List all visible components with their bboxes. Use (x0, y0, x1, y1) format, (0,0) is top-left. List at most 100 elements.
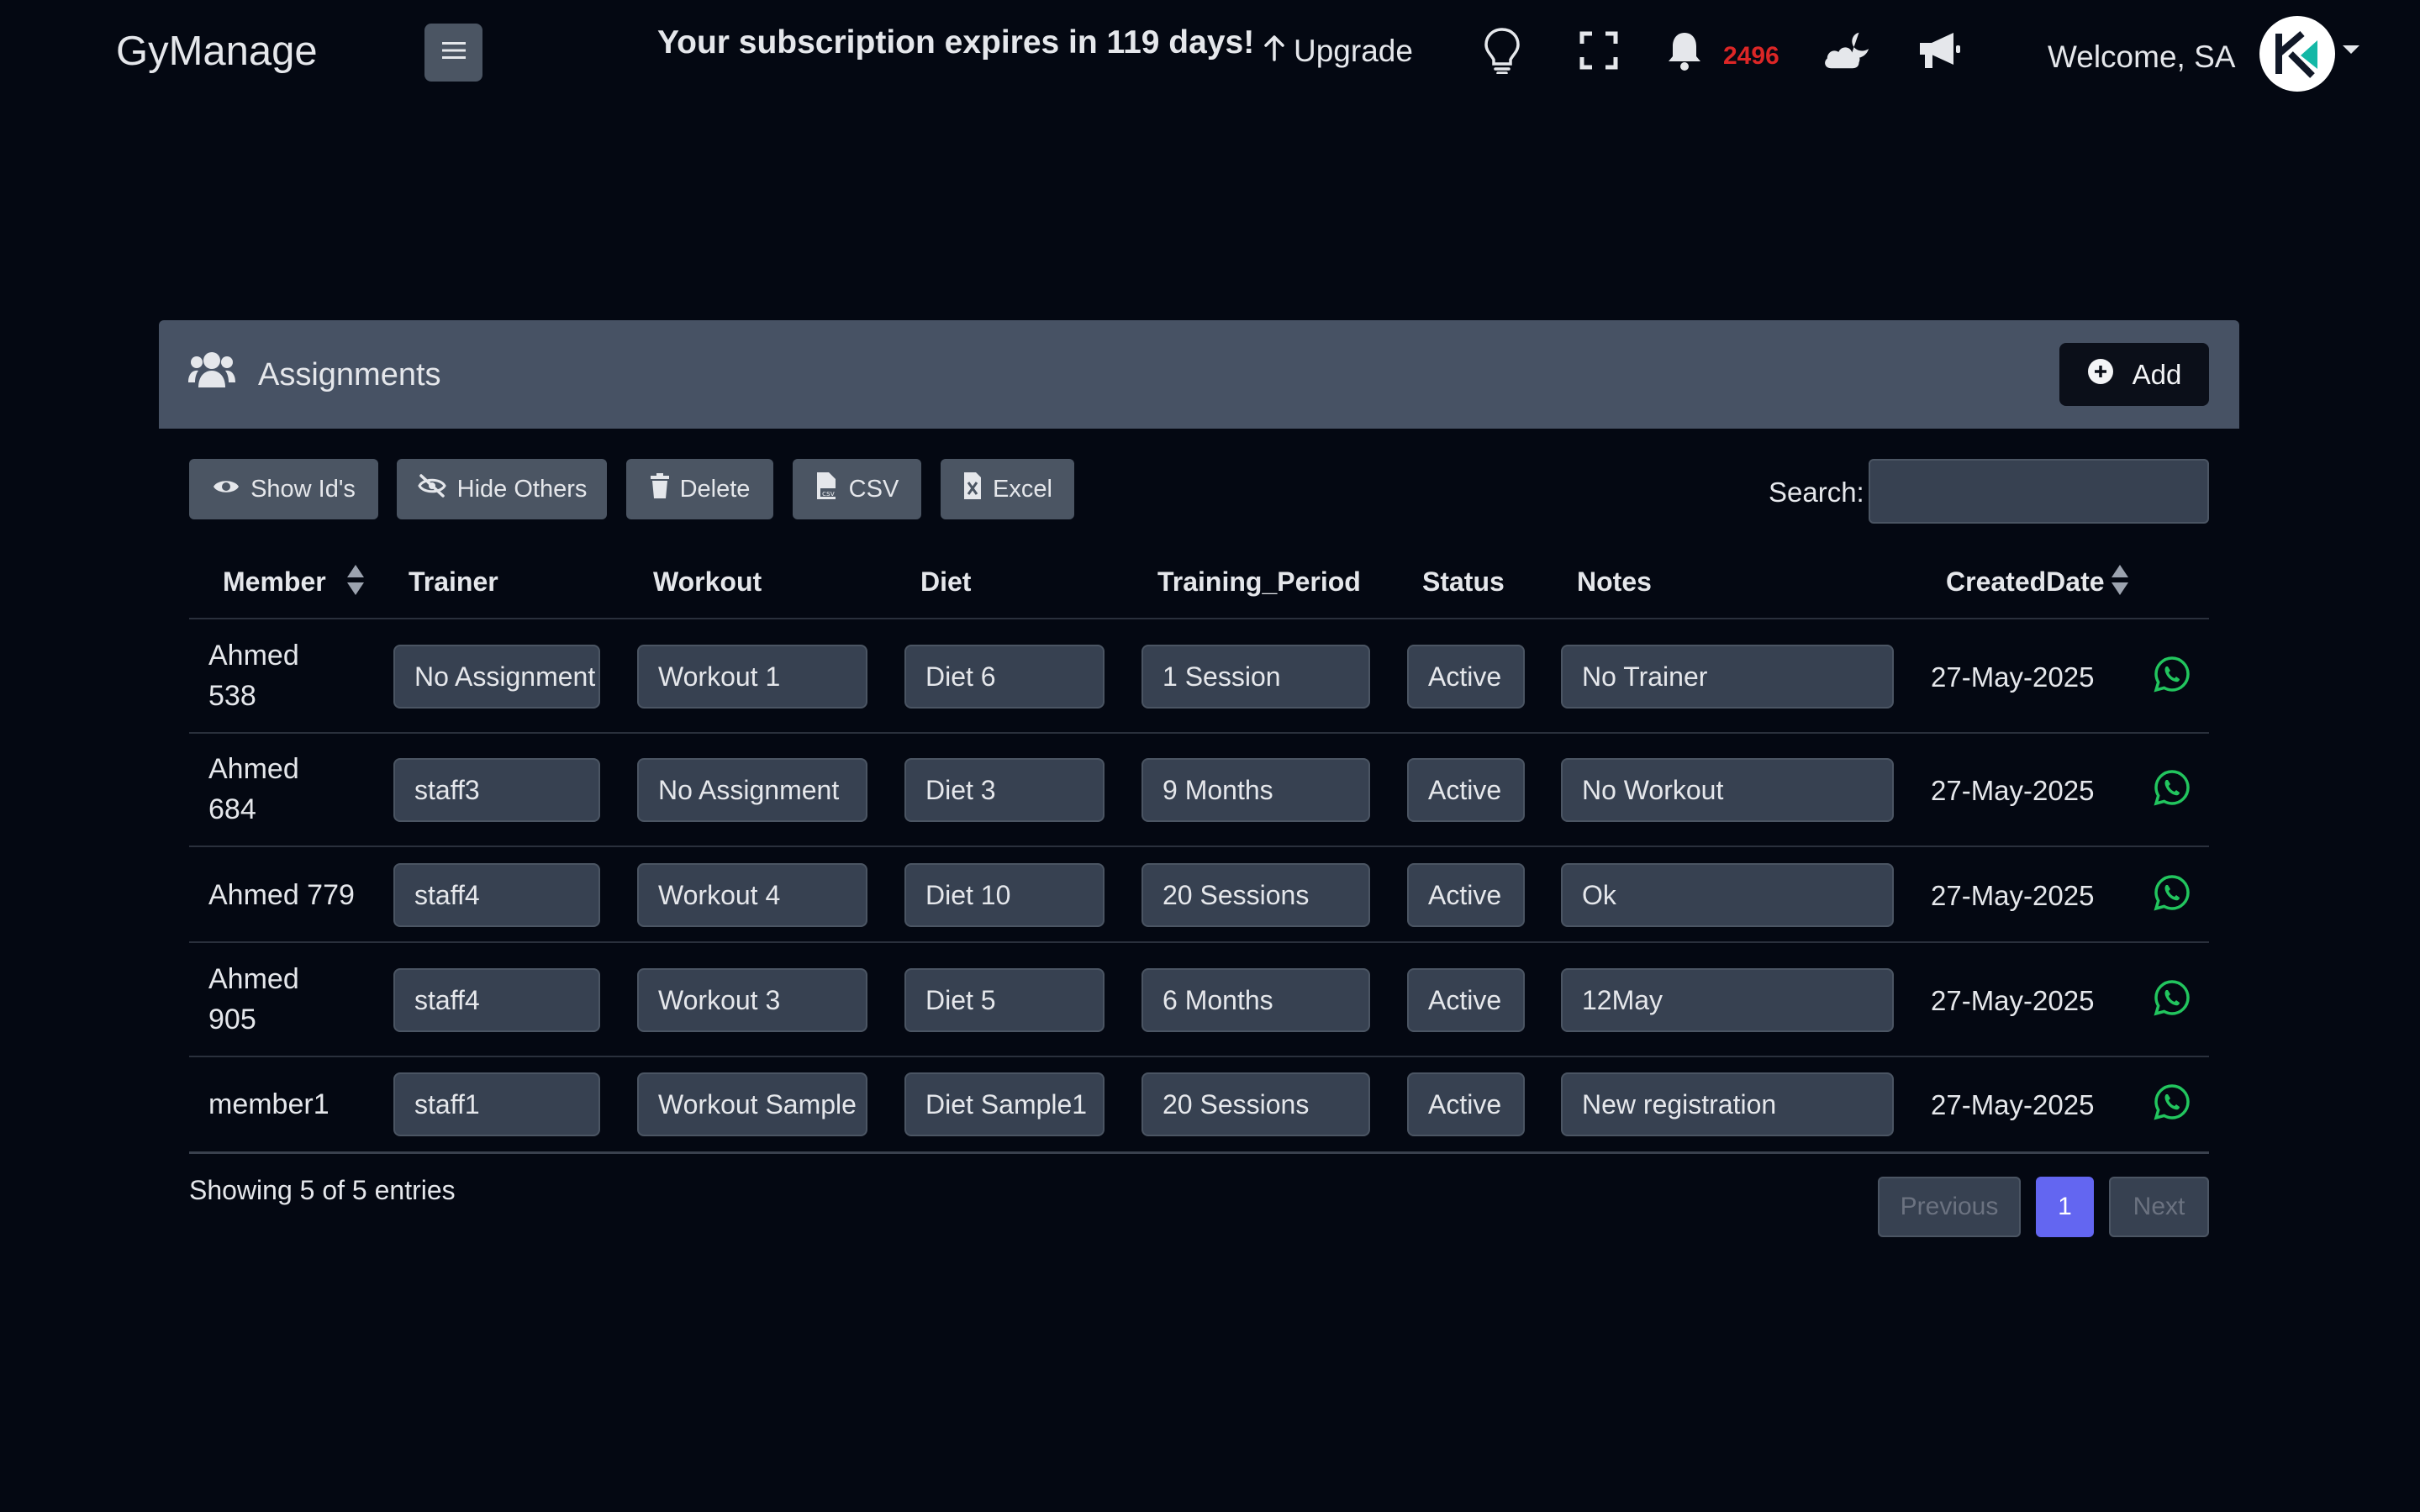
workout-field[interactable]: No Assignment (637, 758, 867, 822)
trainer-field[interactable]: staff4 (393, 863, 600, 927)
csv-label: CSV (848, 475, 899, 503)
status-field[interactable]: Active (1407, 863, 1525, 927)
diet-field[interactable]: Diet 6 (904, 645, 1105, 709)
cloud-moon-icon[interactable] (1822, 25, 1872, 76)
show-ids-label: Show Id's (250, 475, 356, 503)
column-header-notes[interactable]: Notes (1577, 566, 1652, 598)
column-header-diet[interactable]: Diet (920, 566, 971, 598)
diet-field[interactable]: Diet Sample1 (904, 1072, 1105, 1136)
row-divider (189, 732, 2209, 734)
notification-count-badge[interactable]: 2496 (1723, 42, 1779, 71)
row-divider (189, 941, 2209, 943)
menu-icon (441, 40, 466, 65)
next-page-button[interactable]: Next (2109, 1177, 2209, 1237)
sidebar-toggle-button[interactable] (424, 24, 482, 82)
status-field[interactable]: Active (1407, 1072, 1525, 1136)
column-header-training-period[interactable]: Training_Period (1157, 566, 1361, 598)
notes-field[interactable]: No Workout (1561, 758, 1894, 822)
show-ids-button[interactable]: Show Id's (189, 459, 378, 519)
notes-field[interactable]: Ok (1561, 863, 1894, 927)
notes-field[interactable]: No Trainer (1561, 645, 1894, 709)
whatsapp-icon[interactable] (2154, 979, 2191, 1020)
diet-field[interactable]: Diet 10 (904, 863, 1105, 927)
brand-logo-text[interactable]: GyManage (116, 28, 318, 75)
eye-slash-icon (417, 474, 447, 504)
training-period-field[interactable]: 9 Months (1141, 758, 1370, 822)
hide-others-label: Hide Others (456, 475, 588, 503)
training-period-field[interactable]: 6 Months (1141, 968, 1370, 1032)
status-field[interactable]: Active (1407, 645, 1525, 709)
upgrade-label: Upgrade (1294, 34, 1413, 68)
member-name: Ahmed (208, 753, 299, 785)
sort-icon[interactable] (2112, 565, 2128, 599)
whatsapp-icon[interactable] (2154, 769, 2191, 810)
entries-info: Showing 5 of 5 entries (189, 1175, 456, 1205)
status-field[interactable]: Active (1407, 968, 1525, 1032)
trainer-field[interactable]: No Assignment (393, 645, 600, 709)
page-1-button[interactable]: 1 (2036, 1177, 2094, 1237)
column-header-trainer[interactable]: Trainer (409, 566, 498, 598)
fullscreen-icon[interactable] (1574, 25, 1624, 76)
created-date: 27-May-2025 (1931, 661, 2095, 693)
created-date: 27-May-2025 (1931, 880, 2095, 911)
member-cell: member1 (208, 1084, 330, 1125)
card-header: Assignments Add (159, 320, 2239, 429)
member-cell: Ahmed 538 (208, 635, 299, 716)
notes-field[interactable]: New registration (1561, 1072, 1894, 1136)
delete-label: Delete (679, 475, 751, 503)
trainer-field[interactable]: staff3 (393, 758, 600, 822)
workout-field[interactable]: Workout 3 (637, 968, 867, 1032)
created-date: 27-May-2025 (1931, 985, 2095, 1016)
column-header-created-date[interactable]: CreatedDate (1946, 566, 2105, 598)
training-period-field[interactable]: 20 Sessions (1141, 863, 1370, 927)
delete-button[interactable]: Delete (626, 459, 773, 519)
status-field[interactable]: Active (1407, 758, 1525, 822)
member-number: 538 (208, 680, 256, 712)
search-input[interactable] (1869, 459, 2209, 524)
member-name: member1 (208, 1088, 330, 1120)
member-name: Ahmed (208, 640, 299, 672)
chevron-down-icon[interactable] (2342, 44, 2360, 60)
trainer-field[interactable]: staff4 (393, 968, 600, 1032)
column-header-member[interactable]: Member (223, 566, 326, 598)
excel-label: Excel (993, 475, 1052, 503)
csv-export-button[interactable]: csv CSV (793, 459, 921, 519)
arrow-up-icon (1263, 34, 1285, 69)
workout-field[interactable]: Workout 1 (637, 645, 867, 709)
member-name: Ahmed (208, 963, 299, 995)
previous-page-button[interactable]: Previous (1878, 1177, 2021, 1237)
lightbulb-icon[interactable] (1477, 25, 1527, 76)
created-date: 27-May-2025 (1931, 775, 2095, 806)
training-period-field[interactable]: 20 Sessions (1141, 1072, 1370, 1136)
member-cell: Ahmed 905 (208, 959, 299, 1040)
hide-others-button[interactable]: Hide Others (397, 459, 607, 519)
card-title: Assignments (258, 357, 441, 392)
workout-field[interactable]: Workout Sample (637, 1072, 867, 1136)
upgrade-link[interactable]: Upgrade (1263, 34, 1413, 69)
workout-field[interactable]: Workout 4 (637, 863, 867, 927)
sort-icon[interactable] (347, 565, 364, 599)
whatsapp-icon[interactable] (2154, 656, 2191, 697)
diet-field[interactable]: Diet 5 (904, 968, 1105, 1032)
megaphone-icon[interactable] (1914, 25, 1964, 76)
subscription-message: Your subscription expires in 119 days! (657, 24, 1255, 61)
training-period-field[interactable]: 1 Session (1141, 645, 1370, 709)
member-cell: Ahmed 779 (208, 875, 355, 915)
whatsapp-icon[interactable] (2154, 1083, 2191, 1125)
member-name: Ahmed 779 (208, 879, 355, 911)
top-navbar: GyManage Your subscription expires in 11… (0, 0, 2420, 109)
add-button[interactable]: Add (2059, 343, 2209, 406)
plus-circle-icon (2087, 358, 2114, 392)
column-header-workout[interactable]: Workout (653, 566, 762, 598)
notes-field[interactable]: 12May (1561, 968, 1894, 1032)
avatar[interactable] (2259, 16, 2335, 92)
column-header-status[interactable]: Status (1422, 566, 1505, 598)
row-divider (189, 846, 2209, 847)
welcome-text: Welcome, SA (2048, 40, 2236, 74)
whatsapp-icon[interactable] (2154, 874, 2191, 915)
excel-export-button[interactable]: Excel (941, 459, 1074, 519)
bell-icon[interactable] (1659, 25, 1710, 76)
trainer-field[interactable]: staff1 (393, 1072, 600, 1136)
diet-field[interactable]: Diet 3 (904, 758, 1105, 822)
search-label: Search: (1769, 477, 1864, 508)
